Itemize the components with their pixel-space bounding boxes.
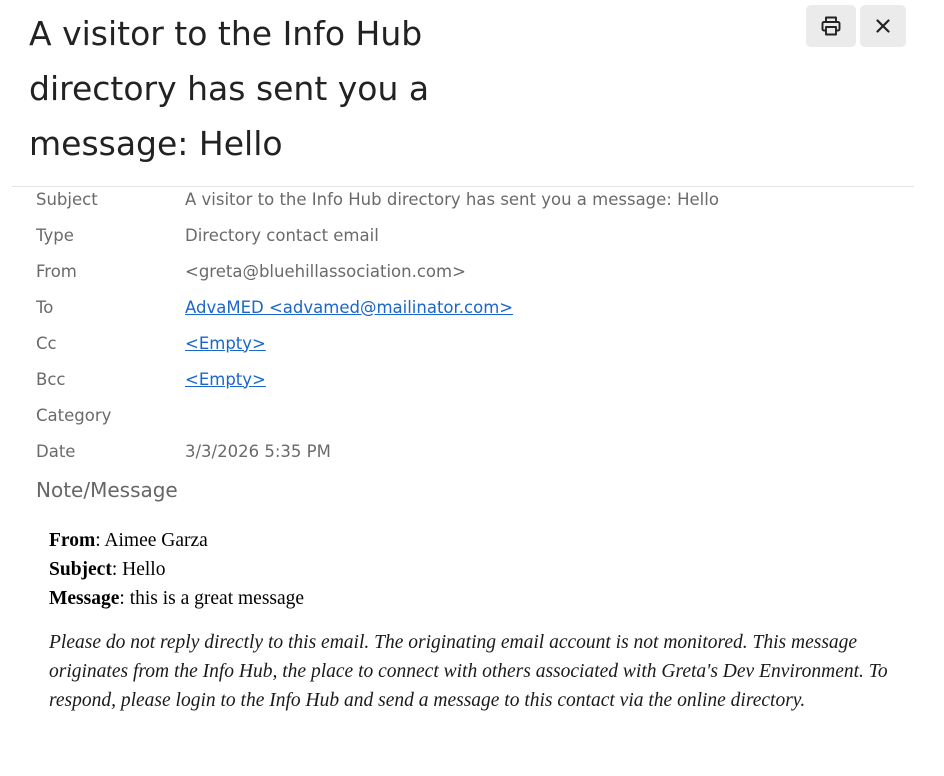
- property-value: A visitor to the Info Hub directory has …: [185, 189, 719, 209]
- disclaimer-text: Please do not reply directly to this ema…: [49, 632, 888, 711]
- message-subject-value: : Hello: [111, 559, 166, 580]
- message-from-line: From: Aimee Garza: [49, 526, 889, 555]
- email-properties: Subject A visitor to the Info Hub directo…: [36, 181, 719, 469]
- message-from-label: From: [49, 530, 96, 551]
- property-row-to: To AdvaMED <advamed@mailinator.com>: [36, 289, 719, 325]
- header-actions: [806, 5, 906, 47]
- note-heading: Note/Message: [36, 478, 178, 502]
- message-subject-line: Subject: Hello: [49, 555, 889, 584]
- property-label: Cc: [36, 333, 57, 353]
- property-label: Type: [36, 225, 74, 245]
- message-text-label: Message: [49, 588, 120, 609]
- property-row-subject: Subject A visitor to the Info Hub directo…: [36, 181, 719, 217]
- message-text-line: Message: this is a great message: [49, 584, 889, 613]
- property-row-type: Type Directory contact email: [36, 217, 719, 253]
- message-body: From: Aimee Garza Subject: Hello Message…: [49, 526, 889, 715]
- property-label: Category: [36, 405, 112, 425]
- property-label: Subject: [36, 189, 98, 209]
- property-value: Directory contact email: [185, 225, 379, 245]
- property-row-category: Category: [36, 397, 719, 433]
- print-button[interactable]: [806, 5, 856, 47]
- property-row-bcc: Bcc <Empty>: [36, 361, 719, 397]
- property-label: To: [36, 297, 54, 317]
- property-link[interactable]: <Empty>: [185, 334, 266, 353]
- property-value: 3/3/2026 5:35 PM: [185, 441, 331, 461]
- close-icon: [876, 19, 890, 33]
- property-link[interactable]: <Empty>: [185, 370, 266, 389]
- property-value: <greta@bluehillassociation.com>: [185, 261, 466, 281]
- property-row-from: From <greta@bluehillassociation.com>: [36, 253, 719, 289]
- message-from-value: : Aimee Garza: [95, 530, 208, 551]
- page-title: A visitor to the Info Hub directory has …: [29, 14, 430, 163]
- property-label: Bcc: [36, 369, 66, 389]
- property-row-date: Date 3/3/2026 5:35 PM: [36, 433, 719, 469]
- property-link[interactable]: AdvaMED <advamed@mailinator.com>: [185, 298, 513, 317]
- message-text-value: : this is a great message: [119, 588, 305, 609]
- printer-icon: [821, 16, 841, 36]
- property-label: Date: [36, 441, 76, 461]
- property-row-cc: Cc <Empty>: [36, 325, 719, 361]
- close-button[interactable]: [860, 5, 906, 47]
- message-subject-label: Subject: [49, 559, 112, 580]
- property-label: From: [36, 261, 77, 281]
